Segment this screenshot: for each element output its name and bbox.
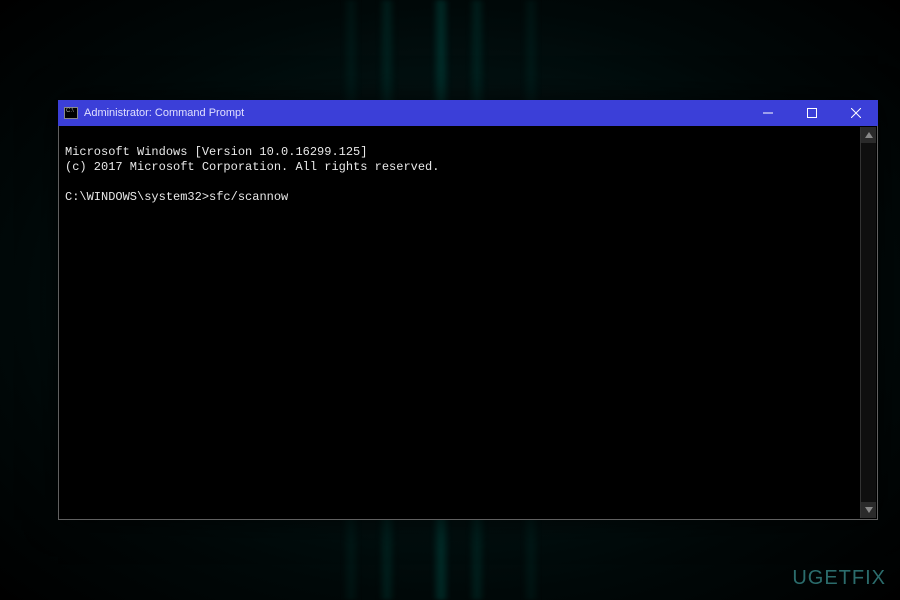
close-button[interactable] <box>834 100 878 126</box>
command-prompt-window: Administrator: Command Prompt Microsoft … <box>58 100 878 520</box>
terminal-line: Microsoft Windows [Version 10.0.16299.12… <box>65 145 367 159</box>
watermark-logo: UGETFIX <box>792 567 886 590</box>
close-icon <box>851 108 861 118</box>
terminal-command: sfc/scannow <box>209 190 288 204</box>
scroll-track[interactable] <box>861 143 876 502</box>
scroll-down-button[interactable] <box>861 502 876 518</box>
titlebar[interactable]: Administrator: Command Prompt <box>58 100 878 126</box>
minimize-icon <box>763 108 773 118</box>
minimize-button[interactable] <box>746 100 790 126</box>
maximize-icon <box>807 108 817 118</box>
scroll-up-button[interactable] <box>861 127 876 143</box>
chevron-down-icon <box>865 507 873 513</box>
terminal-prompt: C:\WINDOWS\system32> <box>65 190 209 204</box>
cmd-icon <box>64 107 78 119</box>
window-title: Administrator: Command Prompt <box>84 107 244 119</box>
chevron-up-icon <box>865 132 873 138</box>
watermark-text: UGETFIX <box>792 567 886 589</box>
terminal-line: (c) 2017 Microsoft Corporation. All righ… <box>65 160 439 174</box>
scrollbar[interactable] <box>860 127 876 518</box>
terminal-area[interactable]: Microsoft Windows [Version 10.0.16299.12… <box>58 126 878 520</box>
maximize-button[interactable] <box>790 100 834 126</box>
